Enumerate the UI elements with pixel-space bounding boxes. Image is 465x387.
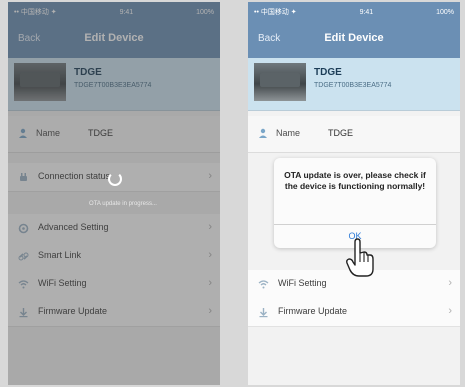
device-thumbnail [254, 63, 306, 101]
progress-text: OTA update in progress... [89, 201, 157, 207]
menu-label: Firmware Update [278, 306, 348, 316]
left-phone-screen: •• 中国移动 ✦ 9:41 100% Back Edit Device TDG… [8, 2, 220, 385]
device-uid: TDGE7T00B3E3EA5774 [314, 82, 392, 89]
device-card[interactable]: TDGE TDGE7T00B3E3EA5774 [248, 58, 460, 111]
name-value: TDGE [328, 128, 354, 138]
battery: 100% [436, 8, 454, 16]
page-title: Edit Device [324, 32, 384, 44]
chevron-right-icon: › [448, 277, 452, 289]
chevron-right-icon: › [448, 305, 452, 317]
loading-spinner [108, 172, 122, 186]
update-icon [259, 308, 268, 318]
wifi-icon [258, 280, 269, 289]
time: 9:41 [359, 8, 374, 16]
spinner-icon [108, 172, 122, 186]
hand-cursor-icon [346, 238, 374, 277]
name-row[interactable]: Name TDGE [248, 116, 460, 153]
loading-overlay [8, 2, 220, 385]
nav-bar: Back Edit Device [248, 22, 460, 58]
carrier: •• 中国移动 ✦ [254, 9, 297, 16]
alert-message: OTA update is over, please check if the … [284, 170, 426, 192]
menu-label: WiFi Setting [278, 278, 327, 288]
name-label: Name [276, 128, 301, 138]
ota-alert-dialog: OTA update is over, please check if the … [274, 158, 436, 248]
status-bar: •• 中国移动 ✦ 9:41 100% [248, 2, 460, 22]
user-icon [259, 128, 267, 138]
device-name: TDGE [314, 67, 342, 78]
menu-item-firmware-update[interactable]: Firmware Update › [248, 298, 460, 327]
right-phone-screen: •• 中国移动 ✦ 9:41 100% Back Edit Device TDG… [248, 2, 460, 385]
